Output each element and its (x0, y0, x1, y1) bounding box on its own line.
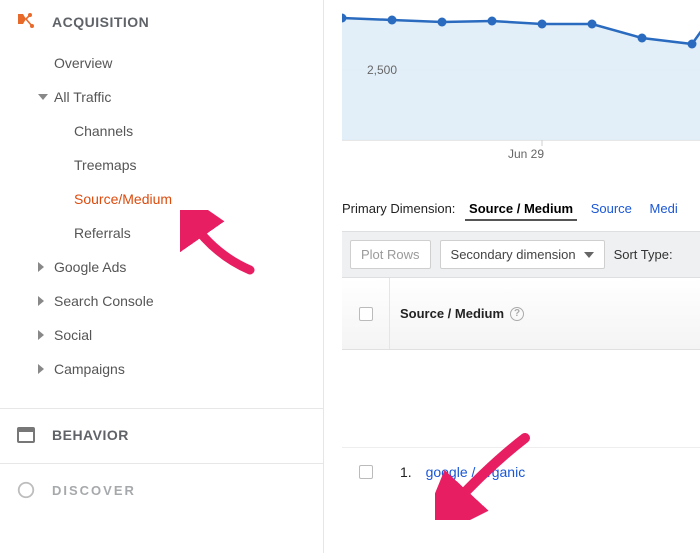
table-row-checkbox[interactable] (342, 465, 390, 479)
chart-xtick: Jun 29 (508, 147, 544, 161)
divider (0, 408, 323, 409)
divider (0, 463, 323, 464)
checkbox-icon (359, 465, 373, 479)
sidebar-item-label: Google Ads (54, 259, 126, 275)
sidebar-item-overview[interactable]: Overview (0, 46, 323, 80)
sessions-chart: 2,500 Jun 29 (342, 0, 700, 170)
table-toolbar: Plot Rows Secondary dimension Sort Type: (342, 231, 700, 278)
tab-source[interactable]: Source (587, 198, 636, 219)
sidebar-item-label: Search Console (54, 293, 154, 309)
primary-dimension-label: Primary Dimension: (342, 201, 455, 216)
section-header-label: DISCOVER (52, 483, 136, 498)
sidebar-item-google-ads[interactable]: Google Ads (0, 250, 323, 284)
sidebar-item-social[interactable]: Social (0, 318, 323, 352)
sidebar-item-label: Source/Medium (74, 191, 172, 207)
section-header-behavior[interactable]: BEHAVIOR (0, 413, 323, 457)
select-label: Secondary dimension (451, 247, 576, 262)
caret-right-icon (38, 364, 44, 374)
table-header-label: Source / Medium (400, 306, 504, 321)
table-header-column[interactable]: Source / Medium ? (390, 278, 700, 349)
sidebar-item-referrals[interactable]: Referrals (0, 216, 323, 250)
section-header-discover[interactable]: DISCOVER (0, 468, 323, 512)
section-header-label: BEHAVIOR (52, 427, 129, 443)
behavior-icon (14, 423, 38, 447)
section-header-label: ACQUISITION (52, 14, 149, 30)
sidebar: ACQUISITION Overview All Traffic Channel… (0, 0, 324, 553)
sidebar-item-treemaps[interactable]: Treemaps (0, 148, 323, 182)
section-acquisition: ACQUISITION Overview All Traffic Channel… (0, 0, 323, 402)
caret-right-icon (38, 296, 44, 306)
tab-source-medium[interactable]: Source / Medium (465, 198, 577, 221)
sidebar-item-search-console[interactable]: Search Console (0, 284, 323, 318)
caret-down-icon (38, 94, 48, 100)
checkbox-icon (359, 307, 373, 321)
sort-type-label: Sort Type: (614, 247, 673, 262)
sidebar-item-source-medium[interactable]: Source/Medium (0, 182, 323, 216)
table-row-cell: 1. google / organic (390, 464, 700, 480)
row-index: 1. (400, 464, 412, 480)
sidebar-item-label: Treemaps (74, 157, 137, 173)
secondary-dimension-select[interactable]: Secondary dimension (440, 240, 605, 269)
table-header: Source / Medium ? (342, 278, 700, 350)
section-header-acquisition[interactable]: ACQUISITION (0, 0, 323, 44)
acquisition-items: Overview All Traffic Channels Treemaps S… (0, 44, 323, 402)
primary-dimension-bar: Primary Dimension: Source / Medium Sourc… (342, 198, 700, 221)
sidebar-item-label: Social (54, 327, 92, 343)
caret-right-icon (38, 330, 44, 340)
discover-icon (14, 478, 38, 502)
chart-ytick: 2,500 (367, 63, 397, 77)
sidebar-item-label: Campaigns (54, 361, 125, 377)
sidebar-item-all-traffic[interactable]: All Traffic (0, 80, 323, 114)
summary-row (342, 350, 700, 448)
sidebar-item-label: Channels (74, 123, 133, 139)
plot-rows-button[interactable]: Plot Rows (350, 240, 431, 269)
row-link-google-organic[interactable]: google / organic (426, 464, 526, 480)
table-row[interactable]: 1. google / organic (342, 448, 700, 496)
sidebar-item-channels[interactable]: Channels (0, 114, 323, 148)
sidebar-item-label: All Traffic (54, 89, 111, 105)
help-icon[interactable]: ? (510, 307, 524, 321)
acquisition-icon (14, 10, 38, 34)
caret-right-icon (38, 262, 44, 272)
table-header-checkbox[interactable] (342, 278, 390, 349)
main-content: 2,500 Jun 29 Primary Dimension: Source /… (324, 0, 700, 553)
sidebar-item-campaigns[interactable]: Campaigns (0, 352, 323, 386)
sidebar-item-label: Referrals (74, 225, 131, 241)
sidebar-item-label: Overview (54, 55, 112, 71)
tab-medium[interactable]: Medi (646, 198, 682, 219)
chevron-down-icon (584, 252, 594, 258)
